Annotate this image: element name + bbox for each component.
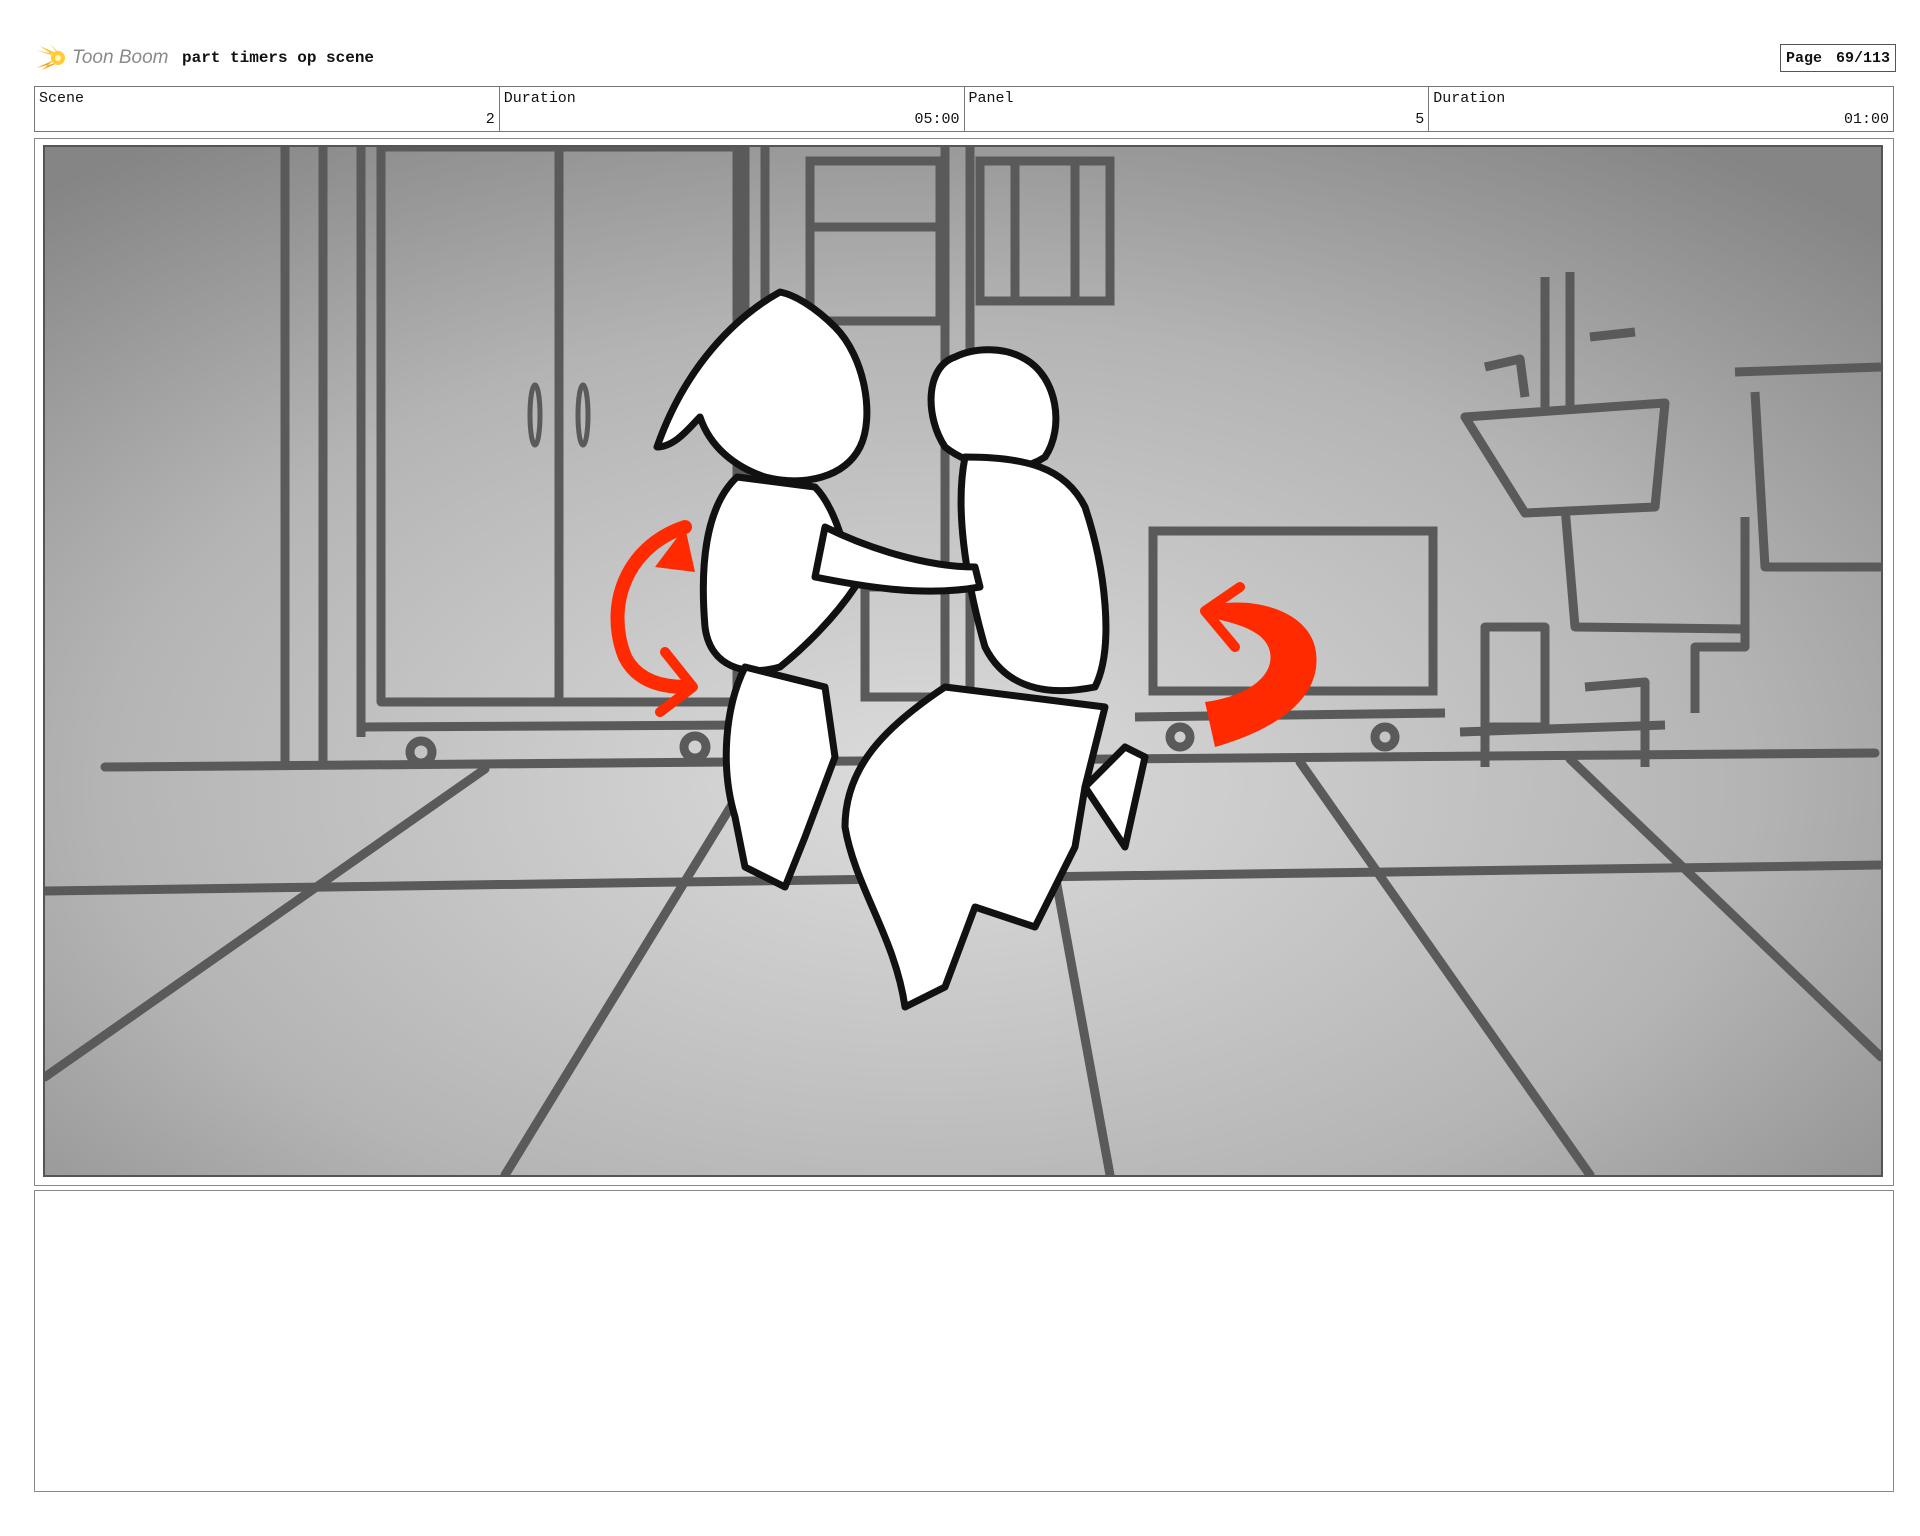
page-label: Page <box>1785 49 1822 67</box>
panel-cell: Panel 5 <box>965 87 1430 131</box>
panel-value: 5 <box>1415 111 1425 128</box>
panel-drawing <box>43 145 1883 1177</box>
toon-boom-star-icon <box>36 44 65 70</box>
panel-duration-value: 01:00 <box>1843 111 1889 128</box>
panel-sketch <box>45 147 1881 1175</box>
panel-notes <box>34 1190 1894 1492</box>
scene-duration-value: 05:00 <box>914 111 960 128</box>
page-number: 69/113 <box>1835 49 1890 67</box>
scene-label: Scene <box>39 90 85 107</box>
page-indicator: Page 69/113 <box>1779 44 1896 72</box>
scene-duration-cell: Duration 05:00 <box>500 87 965 131</box>
panel-duration-cell: Duration 01:00 <box>1429 87 1893 131</box>
toon-boom-logo: Toon Boom <box>34 42 168 74</box>
project-title: part timers op scene <box>182 49 375 67</box>
logo-text: Toon Boom <box>72 47 169 68</box>
scene-duration-label: Duration <box>503 90 576 107</box>
panel-frame <box>34 138 1894 1186</box>
panel-duration-label: Duration <box>1433 90 1506 107</box>
scene-info-row: Scene 2 Duration 05:00 Panel 5 Duration … <box>34 86 1894 132</box>
storyboard-header: Toon Boom part timers op scene Page 69/1… <box>34 42 1896 74</box>
scene-cell: Scene 2 <box>35 87 500 131</box>
panel-label: Panel <box>968 90 1014 107</box>
scene-value: 2 <box>485 111 495 128</box>
